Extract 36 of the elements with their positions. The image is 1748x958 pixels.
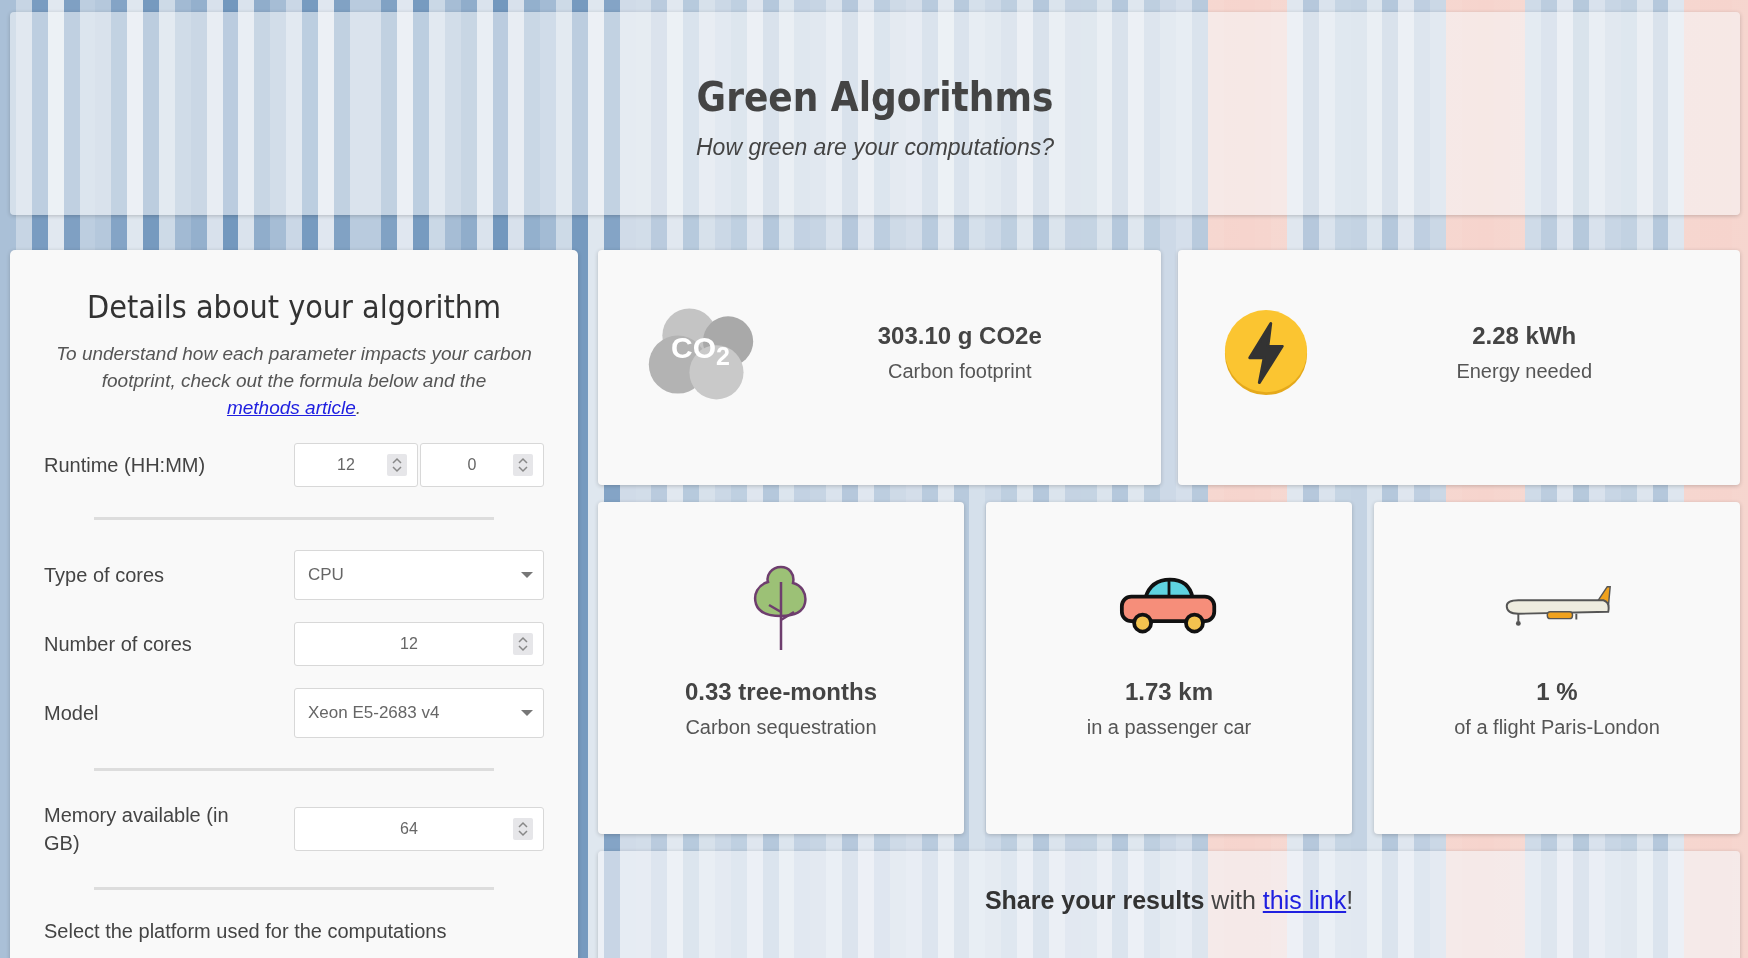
field-label: Runtime (HH:MM) [44, 453, 207, 478]
share-link[interactable]: this link [1262, 886, 1347, 914]
methods-link[interactable]: methods article [226, 397, 356, 418]
result-caption: of a flight Paris-London [1454, 716, 1660, 739]
number-input[interactable]: 12 [294, 622, 544, 666]
field-label: Type of cores [44, 563, 166, 588]
spinner-icon[interactable] [513, 818, 533, 840]
intro-text: To understand how each parameter impacts your carbon footprint, check out the formula below and the methods article. [55, 342, 533, 420]
caret-icon [521, 710, 533, 716]
result-caption: Carbon sequestration [685, 716, 877, 739]
result-caption: in a passenger car [1086, 716, 1252, 739]
result-value: 2.28 kWh [1472, 322, 1577, 350]
result-value: 303.10 g CO2e [877, 322, 1042, 350]
number-input[interactable]: 12 [294, 443, 418, 487]
dropdown[interactable]: CPU [294, 550, 544, 600]
app-subtitle: How green are your computations? [696, 134, 1054, 161]
number-input[interactable]: 0 [420, 443, 544, 487]
result-caption: Carbon footprint [888, 360, 1032, 383]
panel-title: Details about your algorithm [87, 288, 501, 326]
result-value: 0.33 tree-months [684, 678, 878, 706]
app-title: Green Algorithms [696, 74, 1054, 120]
result-value: 1 % [1536, 678, 1578, 706]
spinner-icon[interactable] [387, 454, 407, 476]
lightning-icon [1222, 309, 1309, 396]
caret-icon [521, 572, 533, 578]
spinner-icon[interactable] [513, 633, 533, 655]
result-value: 1.73 km [1124, 678, 1214, 706]
field-label: Number of cores [44, 632, 193, 657]
result-caption: Energy needed [1456, 360, 1593, 383]
field-label: Select the platform used for the computations [44, 920, 448, 943]
dropdown[interactable]: Xeon E5-2683 v4 [294, 688, 544, 738]
field-label: Memory available (in GB) [44, 803, 230, 856]
number-input[interactable]: 64 [294, 807, 544, 851]
share-text: Share your results with this link! [984, 886, 1354, 915]
field-label: Model [44, 701, 100, 726]
spinner-icon[interactable] [513, 454, 533, 476]
